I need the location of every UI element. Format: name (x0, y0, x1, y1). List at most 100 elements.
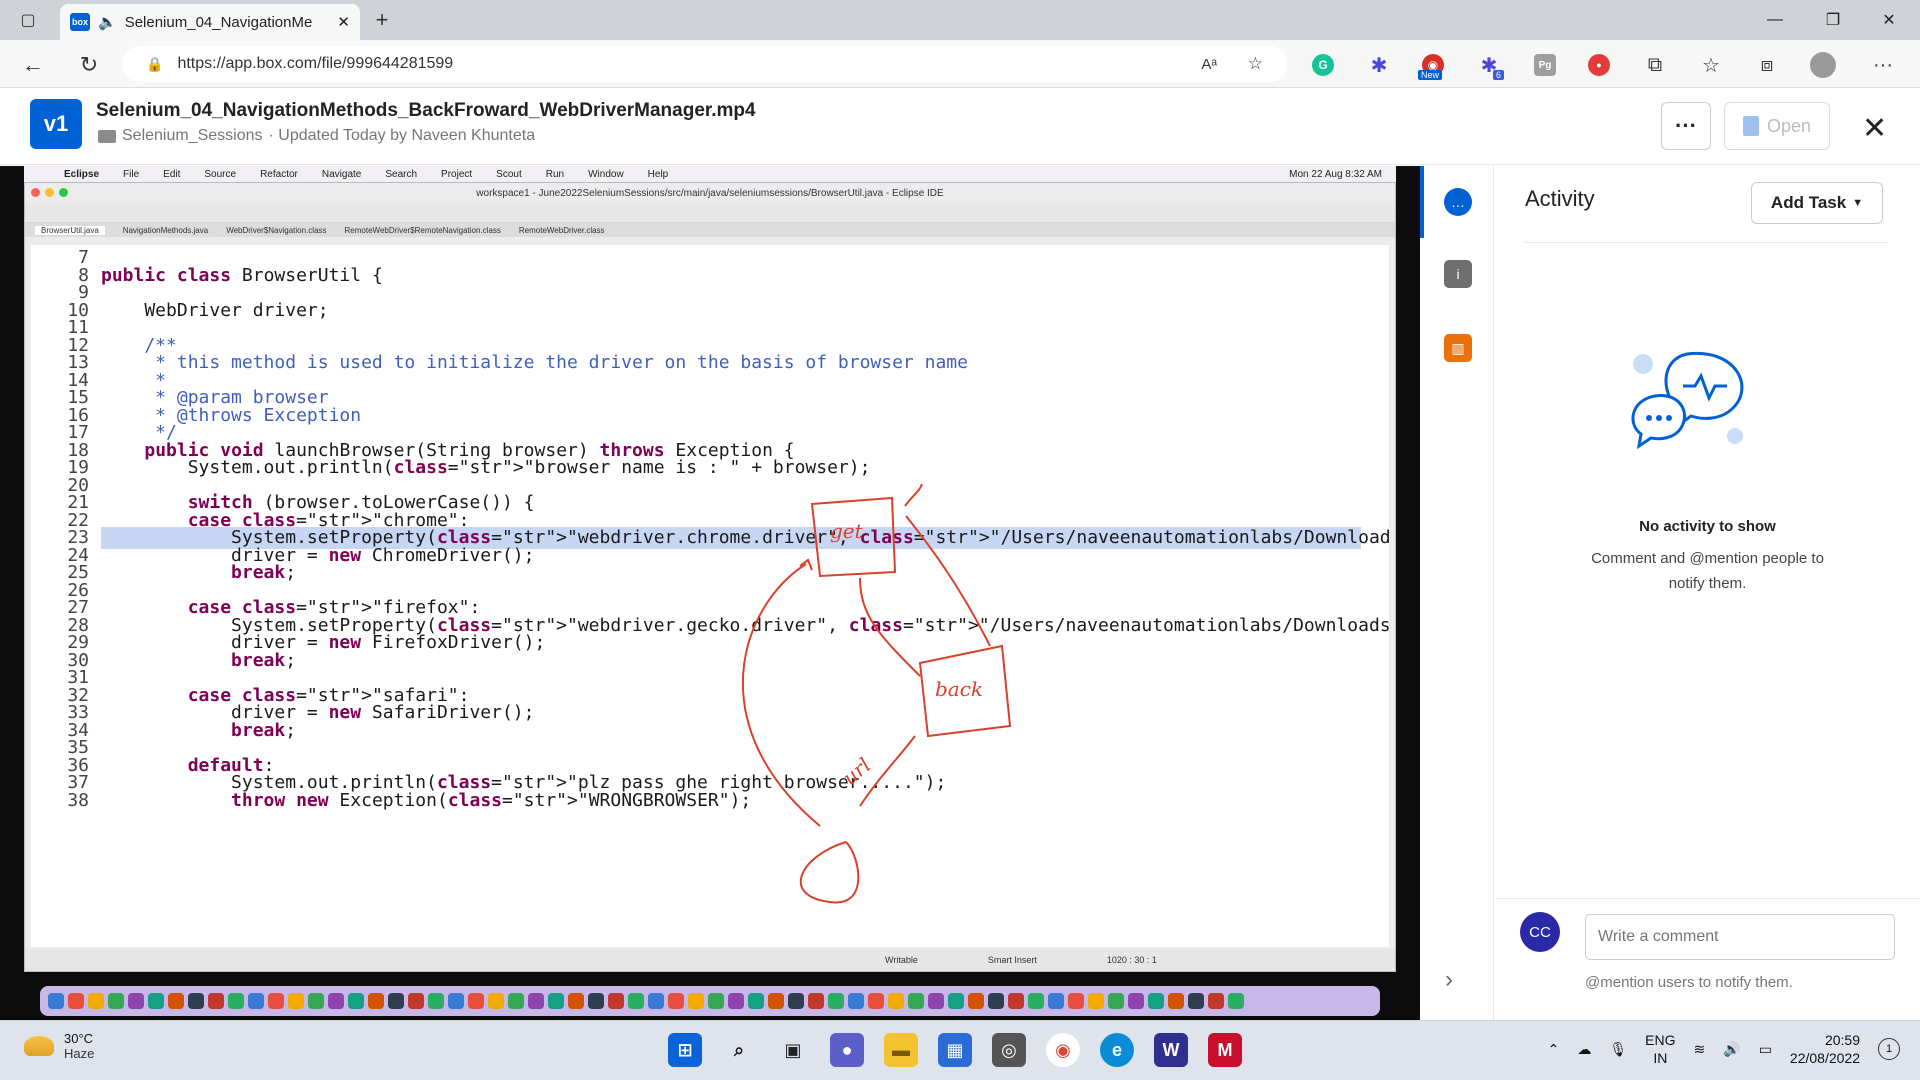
dock-app-icon (688, 993, 704, 1009)
dock-app-icon (568, 993, 584, 1009)
system-tray: ⌃ ☁ 🎙 ENG IN ≋ 🔊 ▭ 20:59 22/08/2022 1 (1548, 1031, 1900, 1067)
mac-menu-item: Source (204, 168, 237, 180)
dock-app-icon (248, 993, 264, 1009)
code-line: 19 System.out.println(class="str">"brows… (31, 457, 870, 478)
expand-chevron-icon[interactable]: › (1445, 966, 1453, 994)
dock-app-icon (588, 993, 604, 1009)
video-player[interactable]: Eclipse File Edit Source Refactor Navigate Sea… (0, 166, 1420, 1020)
file-meta: Selenium_Sessions · Updated Today by Nav… (98, 127, 535, 145)
edge-icon[interactable]: e (1100, 1033, 1134, 1067)
tray-overflow-icon[interactable]: ⌃ (1548, 1041, 1560, 1058)
notification-count[interactable]: 1 (1878, 1038, 1900, 1060)
dock-app-icon (1108, 993, 1124, 1009)
microphone-icon[interactable]: 🎙 (1609, 1041, 1627, 1058)
mac-menu-item: Project (441, 168, 473, 180)
dock-app-icon (1068, 993, 1084, 1009)
mac-menu-item: Window (588, 168, 624, 180)
dock-app-icon (948, 993, 964, 1009)
editor-tab: WebDriver$Navigation.class (226, 225, 327, 235)
sidebar-icon-rail: … i ▥ › (1420, 166, 1494, 1020)
dock-app-icon (1128, 993, 1144, 1009)
url-field[interactable]: 🔒 https://app.box.com/file/999644281599 … (122, 46, 1287, 82)
dock-app-icon (208, 993, 224, 1009)
tab-actions-icon[interactable]: ▢ (16, 8, 40, 32)
new-tab-icon[interactable]: + (370, 7, 394, 32)
collections-icon[interactable]: ⧈ (1752, 50, 1782, 80)
editor-tab: BrowserUtil.java (35, 225, 105, 235)
details-info-icon[interactable]: i (1444, 260, 1472, 288)
teams-chat-icon[interactable]: ● (830, 1033, 864, 1067)
code-text: WebDriver driver; (101, 299, 329, 321)
editor-tab: NavigationMethods.java (122, 225, 209, 235)
close-window-button[interactable]: ✕ (1866, 6, 1912, 34)
version-badge[interactable]: v1 (30, 99, 82, 149)
dock-app-icon (708, 993, 724, 1009)
restore-button[interactable]: ❐ (1810, 6, 1856, 34)
browser-tab[interactable]: box 🔈 Selenium_04_NavigationMe ✕ (60, 4, 360, 40)
task-view-icon[interactable]: ▣ (776, 1033, 810, 1067)
volume-icon[interactable]: 🔊 (1723, 1041, 1740, 1058)
search-icon[interactable]: ⌕ (722, 1033, 756, 1067)
record-icon[interactable]: ● (1588, 54, 1610, 76)
language-indicator[interactable]: ENG IN (1645, 1031, 1675, 1067)
dock-app-icon (1148, 993, 1164, 1009)
add-task-button[interactable]: Add Task ▼ (1751, 182, 1883, 224)
microsoft-store-icon[interactable]: ▦ (938, 1033, 972, 1067)
favorites-icon[interactable]: ☆ (1696, 50, 1726, 80)
dock-app-icon (288, 993, 304, 1009)
battery-icon[interactable]: ▭ (1759, 1041, 1772, 1058)
refresh-icon[interactable]: ↻ (74, 50, 104, 80)
mcafee-icon[interactable]: M (1208, 1033, 1242, 1067)
dock-app-icon (1188, 993, 1204, 1009)
profile-avatar-icon[interactable] (1808, 50, 1838, 80)
dock-app-icon (168, 993, 184, 1009)
language-code: ENG (1645, 1032, 1676, 1048)
code-text: break; (231, 562, 297, 583)
windows-taskbar: 30°C Haze ⊞ ⌕ ▣ ● ▬ ▦ ◎ ◉ e W M ⌃ ☁ 🎙 EN… (0, 1020, 1920, 1080)
clock[interactable]: 20:59 22/08/2022 (1790, 1031, 1860, 1067)
dock-app-icon (188, 993, 204, 1009)
status-item: Smart Insert (987, 955, 1037, 965)
haze-weather-icon (24, 1036, 54, 1056)
dock-app-icon (1208, 993, 1224, 1009)
activity-chat-icon[interactable]: … (1444, 188, 1472, 216)
onedrive-icon[interactable]: ☁ (1577, 1041, 1591, 1058)
tab-title: Selenium_04_NavigationMe (124, 13, 313, 31)
browser-menu-icon[interactable]: ··· (1868, 50, 1898, 80)
sparkle-icon[interactable]: ✱ (1368, 54, 1390, 77)
start-menu-icon[interactable]: ⊞ (668, 1033, 702, 1067)
close-tab-icon[interactable]: ✕ (337, 13, 350, 31)
close-preview-icon[interactable]: ✕ (1862, 111, 1887, 146)
favorite-star-icon[interactable]: ☆ (1248, 54, 1263, 74)
chrome-icon[interactable]: ◉ (1046, 1033, 1080, 1067)
comment-input[interactable] (1585, 914, 1895, 960)
dock-app-icon (1048, 993, 1064, 1009)
status-item: Writable (885, 955, 918, 965)
weather-widget[interactable]: 30°C Haze (24, 1031, 94, 1061)
read-aloud-icon[interactable]: Aᵃ (1201, 56, 1217, 73)
speaker-icon[interactable]: 🔈 (98, 13, 117, 31)
box-app-icon[interactable]: ▥ (1444, 334, 1472, 362)
more-options-button[interactable]: ··· (1661, 102, 1711, 150)
obs-icon[interactable]: ◎ (992, 1033, 1026, 1067)
region-code: IN (1653, 1050, 1668, 1066)
minimize-button[interactable]: — (1752, 6, 1798, 34)
dock-app-icon (548, 993, 564, 1009)
grammarly-icon[interactable]: G (1312, 54, 1334, 76)
dock-app-icon (108, 993, 124, 1009)
dock-app-icon (508, 993, 524, 1009)
wifi-icon[interactable]: ≋ (1694, 1041, 1706, 1058)
webex-icon[interactable]: W (1154, 1033, 1188, 1067)
folder-link[interactable]: Selenium_Sessions (122, 127, 263, 145)
pg-icon[interactable]: Pg (1534, 54, 1556, 76)
dock-app-icon (868, 993, 884, 1009)
dock-app-icon (448, 993, 464, 1009)
empty-activity-illustration (1631, 351, 1744, 450)
dock-app-icon (788, 993, 804, 1009)
file-explorer-icon[interactable]: ▬ (884, 1033, 918, 1067)
eclipse-window-title: workspace1 - June2022SeleniumSessions/sr… (476, 187, 944, 199)
code-text: break; (231, 719, 297, 741)
open-button[interactable]: Open (1724, 102, 1830, 150)
back-icon[interactable]: ← (18, 50, 48, 80)
extensions-puzzle-icon[interactable]: ⧉ (1640, 50, 1670, 80)
